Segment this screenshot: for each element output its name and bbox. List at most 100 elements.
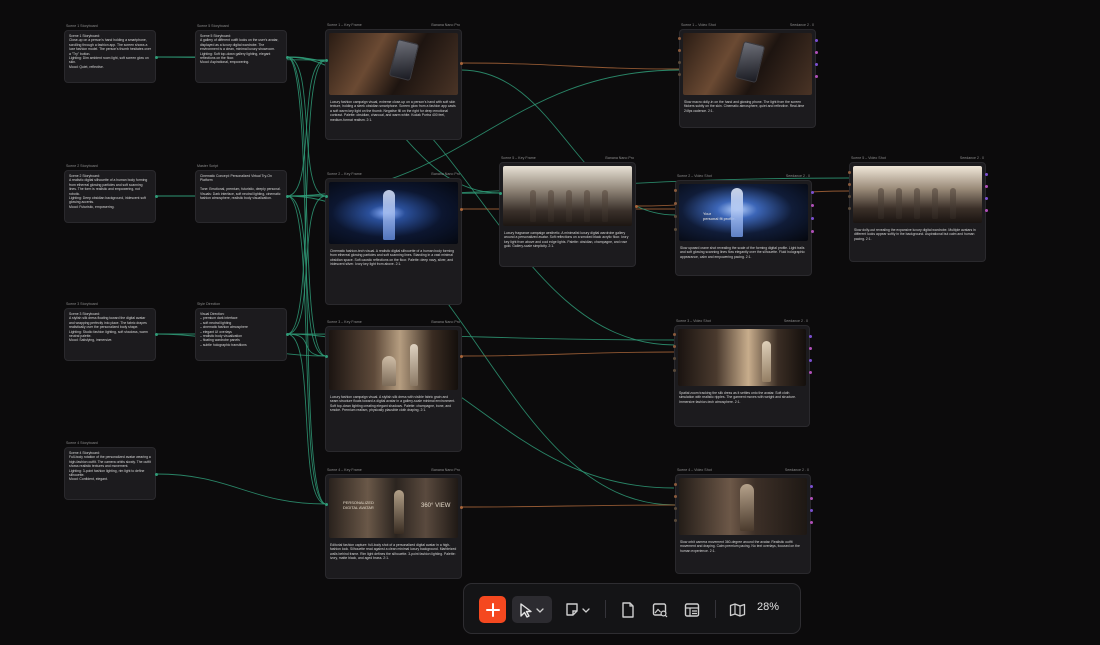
video-node[interactable]: Scene 3 – Video Shot Seedance 2 . 0 Spatia… (674, 319, 810, 427)
workflow-canvas[interactable]: Scene 1 Storyboard Scene 1 Storyboard: Cl… (0, 0, 1100, 645)
input-port[interactable] (847, 206, 851, 210)
input-port[interactable] (677, 72, 681, 76)
input-port[interactable] (672, 344, 676, 348)
output-port[interactable] (814, 62, 818, 66)
storyboard-card[interactable]: Scene 4 Storyboard: Full-body rotation o… (64, 447, 156, 500)
prompt-node[interactable]: Style Direction Visual Direction: – premi… (195, 302, 287, 361)
video-card[interactable]: Slow orbit camera movement 360-degree ar… (675, 474, 811, 574)
video-node[interactable]: Scene 1 – Video Shot Seedance 2 . 0 Slow m… (679, 23, 816, 128)
keyframe-image[interactable] (329, 182, 458, 244)
output-port[interactable] (154, 194, 158, 198)
output-port[interactable] (285, 55, 289, 59)
map-tool-button[interactable] (724, 596, 750, 623)
keyframe-node[interactable]: Scene 2 – Key Frame Banana Nano Pro Cinema… (325, 172, 462, 305)
input-port[interactable] (673, 506, 677, 510)
prompt-node[interactable]: Master Script Cinematic Concept: Personal… (195, 164, 287, 223)
prompt-card[interactable]: Scene 5 Storyboard: A gallery of differe… (195, 30, 287, 83)
input-port[interactable] (324, 354, 328, 358)
output-port[interactable] (154, 472, 158, 476)
output-port[interactable] (810, 216, 814, 220)
input-port[interactable] (673, 188, 677, 192)
keyframe-card[interactable]: Luxury fashion campaign visual, extreme … (325, 29, 462, 140)
layout-tool-button[interactable] (679, 596, 705, 623)
keyframe-image[interactable] (329, 33, 458, 95)
input-port[interactable] (324, 502, 328, 506)
output-port[interactable] (810, 190, 814, 194)
keyframe-image[interactable] (503, 166, 632, 226)
output-port[interactable] (459, 354, 463, 358)
output-port[interactable] (814, 74, 818, 78)
note-tool-button[interactable] (560, 596, 596, 623)
output-port[interactable] (984, 196, 988, 200)
output-port[interactable] (809, 520, 813, 524)
output-port[interactable] (459, 505, 463, 509)
video-image[interactable] (853, 166, 982, 223)
output-port[interactable] (808, 370, 812, 374)
input-port[interactable] (324, 58, 328, 62)
keyframe-card[interactable]: Cinematic fashion-tech visual. A realist… (325, 178, 462, 305)
storyboard-card[interactable]: Scene 2 Storyboard: A realistic digital … (64, 170, 156, 223)
video-image[interactable]: Your personal fit profile. (679, 184, 808, 241)
image-search-tool-button[interactable] (647, 596, 673, 623)
add-node-button[interactable] (479, 596, 506, 623)
output-port[interactable] (814, 38, 818, 42)
video-image[interactable] (683, 33, 812, 95)
keyframe-card[interactable]: Luxury fragrance campaign aesthetic. A m… (499, 162, 636, 267)
keyframe-node[interactable]: Scene 5 – Key Frame Banana Nano Pro Luxury… (499, 156, 636, 267)
video-card[interactable]: Your personal fit profile. Slow upward cr… (675, 180, 812, 276)
input-port[interactable] (677, 36, 681, 40)
output-port[interactable] (808, 346, 812, 350)
input-port[interactable] (847, 182, 851, 186)
input-port[interactable] (498, 191, 502, 195)
input-port[interactable] (673, 201, 677, 205)
output-port[interactable] (810, 203, 814, 207)
storyboard-node[interactable]: Scene 1 Storyboard Scene 1 Storyboard: Cl… (64, 24, 156, 83)
input-port[interactable] (324, 194, 328, 198)
output-port[interactable] (809, 508, 813, 512)
output-port[interactable] (808, 358, 812, 362)
keyframe-image[interactable] (329, 330, 458, 390)
output-port[interactable] (984, 172, 988, 176)
input-port[interactable] (672, 356, 676, 360)
video-node[interactable]: Scene 2 – Video Shot Seedance 2 . 0 Your p… (675, 174, 812, 276)
keyframe-node[interactable]: Scene 4 – Key Frame Banana Nano Pro PERSON… (325, 468, 462, 579)
output-port[interactable] (808, 334, 812, 338)
output-port[interactable] (459, 61, 463, 65)
document-tool-button[interactable] (615, 596, 641, 623)
output-port[interactable] (809, 484, 813, 488)
input-port[interactable] (677, 48, 681, 52)
keyframe-node[interactable]: Scene 3 – Key Frame Banana Nano Pro Luxury… (325, 320, 462, 452)
output-port[interactable] (285, 332, 289, 336)
output-port[interactable] (459, 207, 463, 211)
input-port[interactable] (673, 494, 677, 498)
storyboard-node[interactable]: Scene 3 Storyboard Scene 3 Storyboard: A … (64, 302, 156, 361)
input-port[interactable] (672, 368, 676, 372)
output-port[interactable] (285, 194, 289, 198)
output-port[interactable] (154, 55, 158, 59)
output-port[interactable] (634, 204, 638, 208)
storyboard-node[interactable]: Scene 2 Storyboard Scene 2 Storyboard: A … (64, 164, 156, 223)
prompt-card[interactable]: Cinematic Concept: Personalized Virtual … (195, 170, 287, 223)
output-port[interactable] (809, 496, 813, 500)
output-port[interactable] (810, 229, 814, 233)
video-image[interactable] (679, 478, 807, 535)
keyframe-card[interactable]: Luxury fashion campaign visual. A stylis… (325, 326, 462, 452)
input-port[interactable] (672, 332, 676, 336)
input-port[interactable] (673, 518, 677, 522)
video-image[interactable] (678, 329, 806, 386)
output-port[interactable] (154, 332, 158, 336)
zoom-level[interactable]: 28% (757, 601, 779, 613)
input-port[interactable] (673, 214, 677, 218)
keyframe-card[interactable]: PERSONALIZED DIGITAL AVATAR 360° VIEW Edit… (325, 474, 462, 579)
input-port[interactable] (673, 482, 677, 486)
output-port[interactable] (984, 208, 988, 212)
prompt-card[interactable]: Visual Direction: – premium dark interfa… (195, 308, 287, 361)
output-port[interactable] (814, 50, 818, 54)
keyframe-node[interactable]: Scene 1 – Key Frame Banana Nano Pro Luxury… (325, 23, 462, 140)
prompt-node[interactable]: Scene 5 Storyboard Scene 5 Storyboard: A … (195, 24, 287, 83)
select-tool-button[interactable] (512, 596, 552, 623)
input-port[interactable] (673, 227, 677, 231)
storyboard-node[interactable]: Scene 4 Storyboard Scene 4 Storyboard: Fu… (64, 441, 156, 500)
output-port[interactable] (984, 184, 988, 188)
storyboard-card[interactable]: Scene 1 Storyboard: Close-up on a person… (64, 30, 156, 83)
